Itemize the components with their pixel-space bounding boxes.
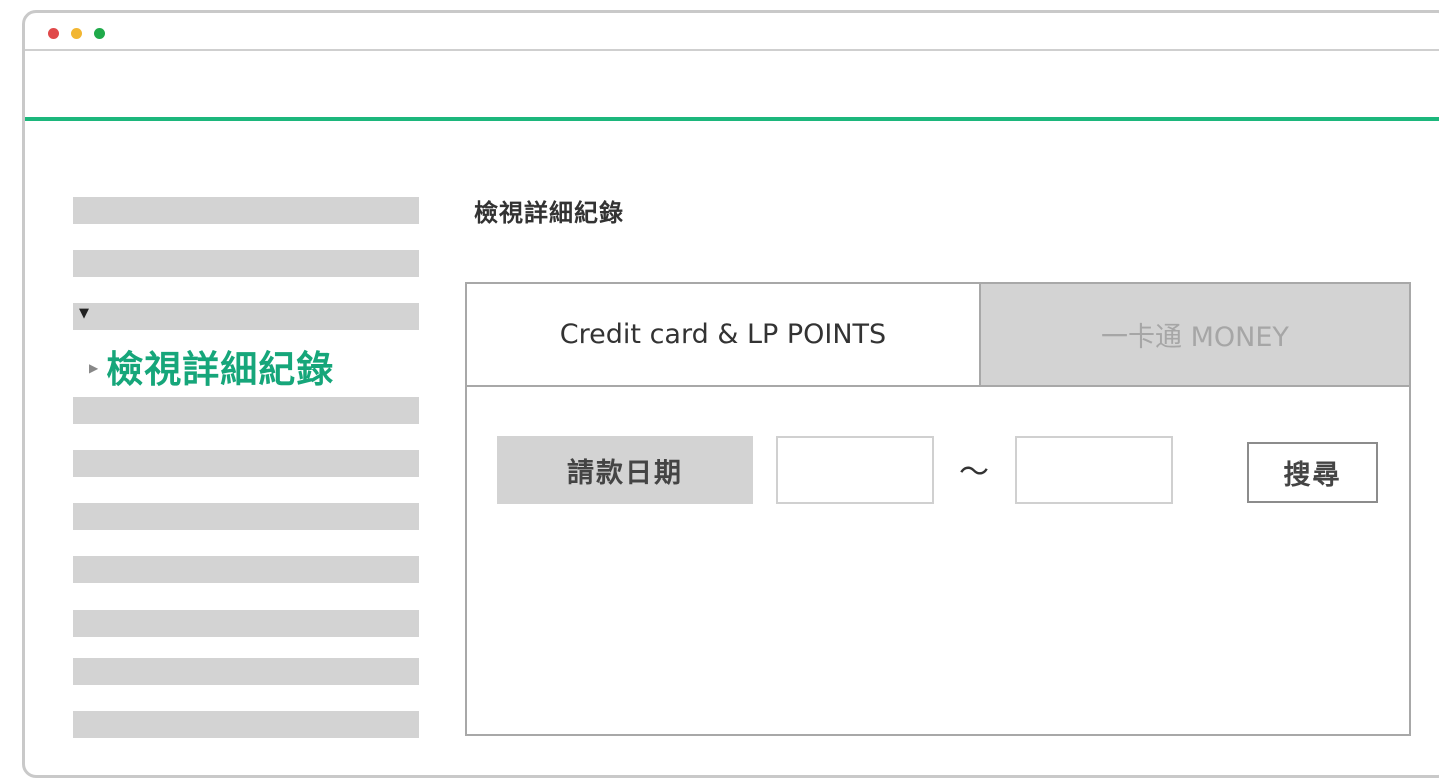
sidebar-item-placeholder[interactable] [73, 250, 419, 277]
sidebar-item-placeholder[interactable] [73, 711, 419, 738]
sidebar-item-expanded[interactable]: ▼ [73, 303, 419, 330]
browser-titlebar [25, 13, 1439, 51]
start-date-field[interactable] [776, 436, 934, 504]
search-button[interactable]: 搜尋 [1247, 442, 1378, 503]
sidebar-item-placeholder[interactable] [73, 197, 419, 224]
sidebar-item-placeholder[interactable] [73, 397, 419, 424]
sidebar-item-placeholder[interactable] [73, 450, 419, 477]
chevron-down-icon: ▼ [79, 306, 89, 321]
sidebar-item-placeholder[interactable] [73, 556, 419, 583]
chevron-right-icon: ▶ [89, 361, 99, 375]
sidebar-item-placeholder[interactable] [73, 658, 419, 685]
page-title: 檢視詳細紀錄 [474, 199, 624, 227]
sidebar-item-view-details[interactable]: ▶ 檢視詳細紀錄 [89, 338, 334, 394]
sidebar-item-placeholder[interactable] [73, 503, 419, 530]
sidebar-item-placeholder[interactable] [73, 610, 419, 637]
header-accent-line [25, 117, 1439, 121]
billing-date-label: 請款日期 [497, 436, 753, 504]
tab-bar: Credit card & LP POINTS 一卡通 MONEY [467, 284, 1409, 387]
minimize-window-dot[interactable] [71, 28, 82, 39]
tab-credit-card-lp-points[interactable]: Credit card & LP POINTS [467, 284, 981, 385]
close-window-dot[interactable] [48, 28, 59, 39]
records-panel: Credit card & LP POINTS 一卡通 MONEY 請款日期 ～… [465, 282, 1411, 736]
sidebar-item-label: 檢視詳細紀錄 [106, 348, 335, 391]
tab-ipass-money[interactable]: 一卡通 MONEY [981, 284, 1409, 385]
date-range-separator: ～ [959, 455, 989, 490]
maximize-window-dot[interactable] [94, 28, 105, 39]
end-date-field[interactable] [1015, 436, 1173, 504]
browser-window: ▼ ▶ 檢視詳細紀錄 檢視詳細紀錄 Credit card & LP POINT… [22, 10, 1439, 778]
